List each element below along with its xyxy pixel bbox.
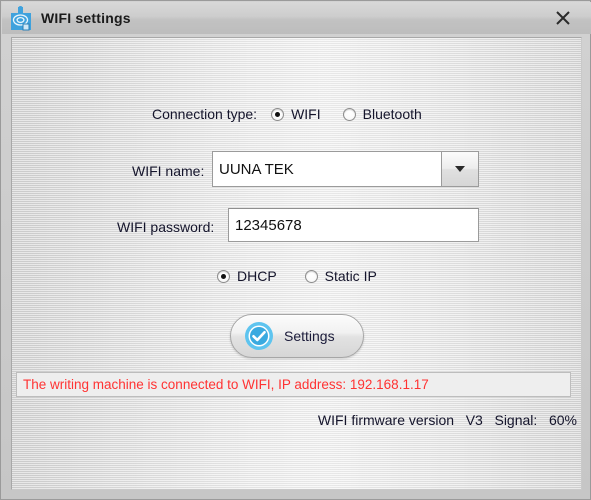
signal-label: Signal: (494, 412, 538, 428)
wifi-password-label: WIFI password: (117, 219, 215, 235)
radio-indicator-static-ip[interactable] (304, 269, 318, 283)
firmware-version-label: WIFI firmware version (317, 412, 455, 428)
status-message: The writing machine is connected to WIFI… (23, 377, 429, 392)
radio-option-bluetooth[interactable]: Bluetooth (342, 106, 422, 122)
ip-mode-radio-group: DHCP Static IP (217, 268, 377, 284)
signal-value: 60% (548, 412, 577, 428)
status-bar: The writing machine is connected to WIFI… (16, 372, 571, 397)
wifi-name-input[interactable]: UUNA TEK (212, 151, 441, 187)
wifi-password-label-wrap: WIFI password: (117, 211, 214, 243)
radio-indicator-wifi[interactable] (271, 107, 285, 121)
radio-option-wifi[interactable]: WIFI (271, 106, 321, 122)
radio-label-static-ip: Static IP (324, 268, 377, 284)
close-icon[interactable] (543, 2, 583, 34)
title-bar: WIFI settings (2, 2, 591, 34)
window-title: WIFI settings (41, 10, 131, 26)
radio-indicator-dhcp[interactable] (217, 269, 230, 283)
connection-type-row: Connection type: WIFI Bluetooth (152, 106, 422, 122)
firmware-version-value: V3 (465, 412, 483, 428)
chevron-down-icon (455, 166, 465, 172)
wifi-name-label: WIFI name: (132, 163, 205, 179)
radio-indicator-bluetooth[interactable] (342, 107, 356, 121)
connection-type-radio-group: WIFI Bluetooth (271, 106, 422, 122)
connection-type-label: Connection type: (152, 106, 258, 122)
settings-button-label: Settings (284, 328, 335, 344)
content-panel: Connection type: WIFI Bluetooth WIFI nam… (11, 37, 582, 490)
radio-label-bluetooth: Bluetooth (362, 106, 422, 122)
wifi-name-combobox[interactable]: UUNA TEK (212, 151, 479, 187)
wifi-password-input[interactable]: 12345678 (228, 208, 479, 242)
settings-button[interactable]: Settings (230, 314, 364, 358)
footer-info: WIFI firmware version V3 Signal: 60% (318, 412, 577, 428)
radio-option-dhcp[interactable]: DHCP (217, 268, 277, 284)
check-circle-icon (244, 321, 274, 351)
wifi-name-dropdown-button[interactable] (441, 151, 479, 187)
wifi-settings-window: WIFI settings Connection type: WIFI Blue… (0, 0, 591, 500)
radio-label-wifi: WIFI (291, 106, 321, 122)
radio-option-static-ip[interactable]: Static IP (304, 268, 377, 284)
printer-robot-icon (9, 6, 33, 32)
radio-label-dhcp: DHCP (237, 268, 277, 284)
wifi-name-label-wrap: WIFI name: (132, 154, 204, 188)
